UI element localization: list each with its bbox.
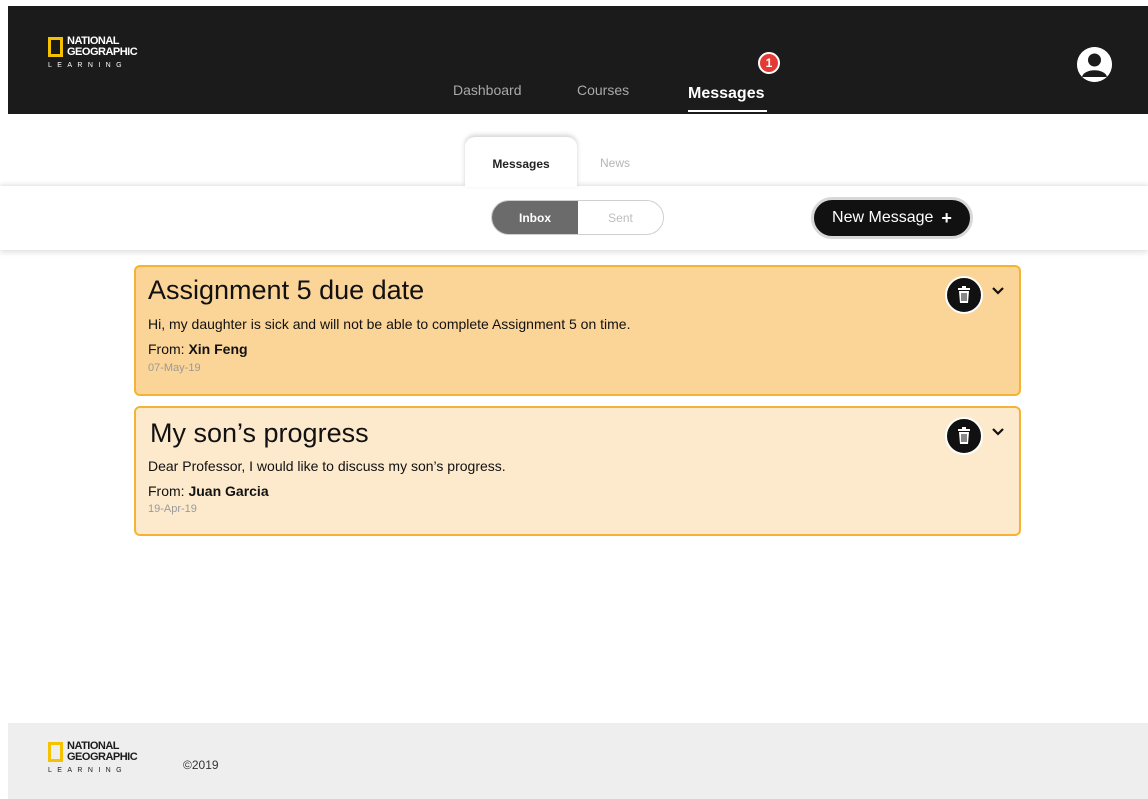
copyright-text: ©2019: [183, 758, 219, 772]
new-message-label: New Message: [832, 209, 934, 226]
expand-chevron-down-icon[interactable]: [988, 422, 1008, 442]
from-label: From:: [148, 341, 185, 357]
nav-courses[interactable]: Courses: [577, 82, 629, 98]
inbox-sent-toggle: Inbox Sent: [491, 200, 664, 235]
user-avatar-icon[interactable]: [1077, 47, 1112, 82]
trash-icon: [958, 427, 970, 444]
message-title: Assignment 5 due date: [148, 275, 425, 305]
logo-yellow-frame-icon: [48, 742, 63, 762]
footer-national-geographic-logo[interactable]: NATIONAL GEOGRAPHIC LEARNING: [48, 741, 138, 774]
logo-text-learning: LEARNING: [48, 62, 127, 69]
message-card[interactable]: Assignment 5 due date Hi, my daughter is…: [134, 265, 1021, 396]
logo-text-geographic: GEOGRAPHIC: [67, 46, 138, 58]
message-date: 07-May-19: [148, 362, 201, 374]
from-label: From:: [148, 483, 185, 499]
message-sender: From: Juan Garcia: [148, 483, 269, 499]
nav-dashboard[interactable]: Dashboard: [453, 82, 522, 98]
logo-yellow-frame-icon: [48, 37, 63, 57]
sender-name: Juan Garcia: [188, 483, 269, 499]
nav-messages[interactable]: Messages: [688, 85, 765, 103]
new-message-button[interactable]: New Message +: [811, 197, 973, 239]
message-date: 19-Apr-19: [148, 503, 197, 515]
tab-news[interactable]: News: [600, 156, 630, 170]
message-title: My son’s progress: [150, 418, 369, 448]
top-navigation-bar: NATIONAL GEOGRAPHIC LEARNING Dashboard C…: [8, 6, 1148, 114]
notification-badge[interactable]: 1: [758, 52, 780, 74]
trash-icon: [958, 286, 970, 303]
delete-message-button[interactable]: [945, 276, 983, 314]
logo-text-learning: LEARNING: [48, 767, 127, 774]
message-sender: From: Xin Feng: [148, 341, 248, 357]
logo-text-geographic: GEOGRAPHIC: [67, 751, 138, 763]
sent-button[interactable]: Sent: [578, 201, 663, 234]
tab-messages[interactable]: Messages: [465, 137, 577, 187]
expand-chevron-down-icon[interactable]: [988, 281, 1008, 301]
national-geographic-logo[interactable]: NATIONAL GEOGRAPHIC LEARNING: [48, 36, 138, 69]
inbox-button[interactable]: Inbox: [492, 201, 578, 234]
page-footer: NATIONAL GEOGRAPHIC LEARNING ©2019: [8, 723, 1148, 799]
message-card[interactable]: My son’s progress Dear Professor, I woul…: [134, 406, 1021, 536]
nav-active-underline: [688, 110, 767, 112]
sender-name: Xin Feng: [188, 341, 248, 357]
message-preview: Dear Professor, I would like to discuss …: [148, 458, 506, 474]
message-preview: Hi, my daughter is sick and will not be …: [148, 316, 631, 332]
plus-icon: +: [941, 207, 952, 228]
delete-message-button[interactable]: [945, 417, 983, 455]
